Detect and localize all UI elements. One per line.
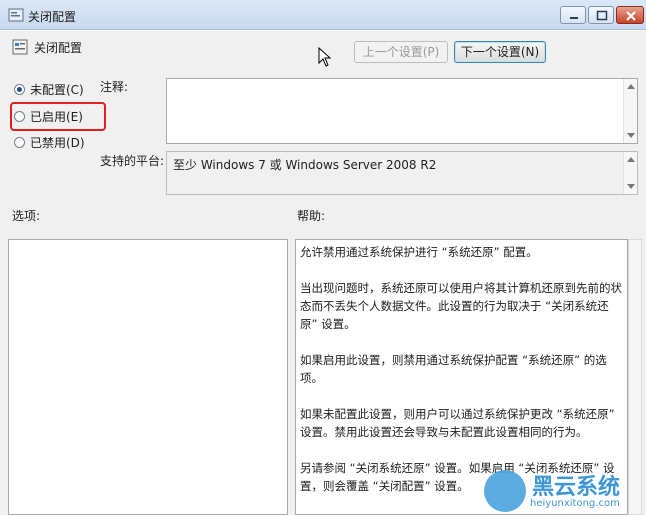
help-paragraph: 允许禁用通过系统保护进行 “系统还原” 配置。 — [300, 245, 538, 259]
supported-platform-field: 至少 Windows 7 或 Windows Server 2008 R2 — [166, 151, 638, 195]
minimize-button[interactable] — [560, 6, 586, 24]
radio-label: 已禁用(D) — [30, 135, 85, 150]
supported-platform-label: 支持的平台: — [100, 154, 165, 168]
scroll-up-icon[interactable] — [627, 84, 635, 89]
help-paragraph: 当出现问题时，系统还原可以使用户将其计算机还原到先前的状态而不丢失个人数据文件。… — [300, 281, 622, 331]
title-bar: 关闭配置 — [0, 0, 646, 30]
minimize-icon — [570, 17, 578, 19]
mouse-cursor-icon — [318, 47, 332, 67]
radio-label: 未配置(C) — [30, 82, 84, 97]
radio-disabled[interactable]: 已禁用(D) — [14, 134, 85, 150]
dialog-client: 关闭配置 上一个设置(P) 下一个设置(N) 未配置(C) 已启用(E) 已禁用… — [0, 31, 646, 515]
next-setting-button[interactable]: 下一个设置(N) — [454, 41, 546, 63]
scroll-down-icon[interactable] — [627, 184, 635, 189]
watermark-brand: 黑云系统 — [532, 475, 621, 500]
setting-icon — [12, 39, 28, 55]
maximize-icon — [596, 10, 608, 21]
radio-not-configured[interactable]: 未配置(C) — [14, 81, 84, 97]
scroll-down-icon[interactable] — [627, 133, 635, 138]
help-paragraph: 如果启用此设置，则禁用通过系统保护配置 “系统还原” 的选项。 — [300, 353, 607, 385]
options-label: 选项: — [12, 209, 41, 223]
radio-dot — [14, 136, 25, 148]
setting-title: 关闭配置 — [34, 41, 83, 55]
scroll-up-icon[interactable] — [627, 157, 635, 162]
comment-textarea[interactable] — [166, 78, 638, 144]
help-label: 帮助: — [297, 209, 326, 223]
comment-scrollbar[interactable] — [623, 79, 637, 143]
help-paragraph: 如果未配置此设置，则用户可以通过系统保护更改 “系统还原” 设置。禁用此设置还会… — [300, 407, 615, 439]
maximize-button[interactable] — [588, 6, 614, 24]
window-title: 关闭配置 — [28, 10, 77, 24]
watermark-url: heiyunxitong.com — [530, 498, 620, 509]
previous-setting-button[interactable]: 上一个设置(P) — [354, 41, 448, 63]
radio-dot — [14, 83, 25, 95]
comment-label: 注释: — [100, 80, 129, 94]
supported-platform-value: 至少 Windows 7 或 Windows Server 2008 R2 — [173, 158, 437, 172]
close-icon — [626, 11, 636, 21]
highlight-box — [10, 102, 106, 131]
watermark-logo-icon — [484, 470, 526, 512]
close-button[interactable] — [616, 6, 644, 24]
policy-icon — [8, 8, 24, 22]
options-panel — [8, 239, 288, 515]
platform-scrollbar[interactable] — [623, 152, 637, 194]
help-scrollbar[interactable] — [628, 239, 642, 515]
